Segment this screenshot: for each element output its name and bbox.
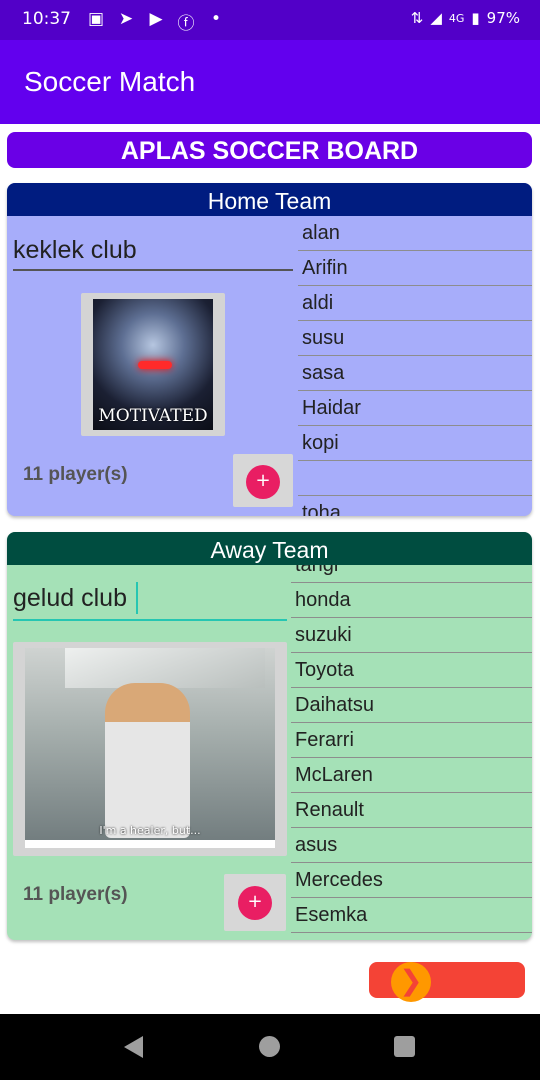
home-team-logo[interactable]: MOTIVATED [81,293,225,436]
player-list-item[interactable]: kopi [298,426,532,461]
data-transfer-icon: ⇅ [410,9,424,27]
away-team-header: Away Team [7,532,532,565]
player-list-item[interactable]: asus [291,828,532,863]
player-list-item[interactable]: Renault [291,793,532,828]
youtube-icon: ▶ [149,9,163,29]
player-list-item[interactable]: Arifin [298,251,532,286]
home-logo-image: MOTIVATED [93,299,213,430]
player-list-item[interactable]: honda [291,583,532,618]
add-icon[interactable]: + [246,465,280,499]
home-team-name-underline [13,269,293,271]
next-button[interactable]: ❯ [369,962,525,1002]
network-label: 4G [448,11,465,25]
notification-icons: ▣ ➤ ▶ ⓕ • [86,9,226,34]
app-bar: Soccer Match [0,40,540,124]
player-list-item[interactable]: Esemka [291,898,532,933]
gallery-icon: ▣ [87,9,105,29]
ceiling-light [65,648,265,688]
home-add-player-button[interactable]: + [233,454,293,507]
home-player-list[interactable]: alan Arifin aldi susu sasa Haidar kopi toha [298,216,532,516]
player-list-item[interactable]: Mercedes [291,863,532,898]
back-icon[interactable] [124,1036,143,1058]
home-player-count: 11 player(s) [23,464,128,485]
player-list-item[interactable]: McLaren [291,758,532,793]
add-icon[interactable]: + [238,886,272,920]
chevron-right-icon[interactable]: ❯ [391,962,431,1002]
home-logo-caption: MOTIVATED [98,406,208,426]
away-team-card: tangihondasuzukiToyotaDaihatsuFerarriMcL… [7,532,532,940]
navigation-bar [0,1014,540,1080]
telegram-icon: ➤ [118,9,134,29]
player-list-item[interactable]: susu [298,321,532,356]
player-list-item[interactable]: Ferarri [291,723,532,758]
system-status: ⇅ ◢ 4G ▮ 97% [411,9,520,27]
away-team-logo[interactable]: I'm a healer, but... [13,642,287,856]
battery-level: 97% [486,9,520,27]
recent-apps-icon[interactable] [394,1036,415,1057]
player-list-item[interactable]: sasa [298,356,532,391]
away-logo-caption: I'm a healer, but... [99,824,201,837]
app-title: Soccer Match [24,66,196,97]
player-list-item[interactable]: alan [298,216,532,251]
battery-icon: ▮ [471,9,480,27]
away-player-count: 11 player(s) [23,884,128,905]
home-team-card: Home Team keklek club MOTIVATED 11 playe… [7,183,532,516]
home-team-name-input[interactable]: keklek club [13,236,137,265]
player-list-item[interactable]: aldi [298,286,532,321]
player-list-item[interactable]: Toyota [291,653,532,688]
dot-icon: • [210,9,222,29]
away-team-name-input[interactable]: gelud club [13,584,127,613]
away-add-player-button[interactable]: + [224,874,286,931]
away-team-name-underline [13,619,287,621]
player-list-item[interactable]: Haidar [298,391,532,426]
status-time: 10:37 [22,9,71,29]
player-list-item[interactable] [298,461,532,496]
text-cursor [136,582,138,614]
home-icon[interactable] [259,1036,280,1057]
image-bottom-strip [25,840,275,848]
away-player-list[interactable]: tangihondasuzukiToyotaDaihatsuFerarriMcL… [291,553,532,940]
status-bar: 10:37 ▣ ➤ ▶ ⓕ • ⇅ ◢ 4G ▮ 97% [0,0,540,40]
character-figure [105,683,190,838]
player-list-item[interactable]: toha [298,496,532,516]
home-team-header: Home Team [7,183,532,216]
player-list-item[interactable]: Daihatsu [291,688,532,723]
away-logo-image: I'm a healer, but... [25,648,275,848]
facebook-icon: ⓕ [177,14,195,34]
signal-icon: ◢ [430,9,442,27]
glowing-eyes-icon [138,361,172,369]
board-title: APLAS SOCCER BOARD [7,132,532,168]
player-list-item[interactable]: suzuki [291,618,532,653]
